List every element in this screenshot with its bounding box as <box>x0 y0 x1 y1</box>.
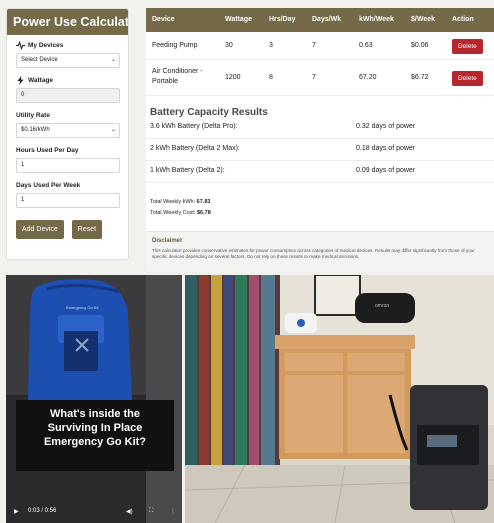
utility-label: Utility Rate <box>16 112 50 119</box>
play-icon[interactable]: ▶ <box>14 508 19 515</box>
fullscreen-icon[interactable]: ⛶ <box>149 508 153 515</box>
days-input[interactable]: 1 <box>16 193 120 208</box>
chevron-down-icon: ⌄ <box>110 57 116 63</box>
table-row: Air Conditioner - Portable 1200 8 7 67.2… <box>146 60 494 96</box>
reset-button[interactable]: Reset <box>71 220 103 239</box>
video-controls: ▶ 0:03 / 0:56 ◀) ⛶ ⋮ <box>6 501 182 523</box>
product-photo: omron <box>185 275 494 523</box>
wattage-input[interactable]: 0 <box>16 88 120 103</box>
disclaimer-text: This calculator provides conservative es… <box>152 248 475 259</box>
calculator-panel: Power Use Calculator My Devices Select D… <box>6 8 129 260</box>
header-action: Action <box>452 16 474 23</box>
devices-label: My Devices <box>16 41 120 50</box>
disclaimer-title: Disclaimer <box>152 238 183 244</box>
header-device: Device <box>152 16 175 23</box>
bag-label: Emergency Go Kit <box>66 305 99 310</box>
header-cost: $/Week <box>411 16 435 23</box>
days-label: Days Used Per Week <box>16 182 81 189</box>
disclaimer: Disclaimer This calculator provides cons… <box>146 231 494 270</box>
pulse-icon <box>16 41 25 50</box>
calculator-title: Power Use Calculator <box>7 9 128 35</box>
wattage-label: Wattage <box>16 76 120 85</box>
page: Power Use Calculator My Devices Select D… <box>0 0 494 523</box>
header-days: Days/Wk <box>312 16 342 23</box>
table-header: Device Wattage Hrs/Day Days/Wk kWh/Week … <box>146 8 494 32</box>
volume-icon[interactable]: ◀) <box>126 508 133 515</box>
header-hours: Hrs/Day <box>269 16 296 23</box>
table-row: Feeding Pump 30 3 7 0.63 $0.06 Delete <box>146 32 494 60</box>
battery-row: 2 kWh Battery (Delta 2 Max): 0.18 days o… <box>146 139 494 161</box>
hours-input[interactable]: 1 <box>16 158 120 173</box>
room-scene <box>185 275 494 523</box>
chevron-down-icon: ⌄ <box>110 127 116 133</box>
total-kwh: Total Weekly kWh: 67.83 <box>150 199 211 205</box>
more-icon[interactable]: ⋮ <box>170 508 176 515</box>
header-kwh: kWh/Week <box>359 16 394 23</box>
video-time: 0:03 / 0:56 <box>28 508 57 514</box>
total-cost: Total Weekly Cost: $6.78 <box>150 210 211 216</box>
delete-button[interactable]: Delete <box>452 39 483 54</box>
device-select[interactable]: Select Device ⌄ <box>16 53 120 68</box>
bolt-icon <box>17 76 24 85</box>
video-frame <box>6 275 182 523</box>
add-device-button[interactable]: Add Device <box>16 220 64 239</box>
video-caption: What's inside the Surviving In Place Eme… <box>16 400 174 471</box>
delete-button[interactable]: Delete <box>452 71 483 86</box>
battery-row: 1 kWh Battery (Delta 2): 0.09 days of po… <box>146 161 494 183</box>
brand-label: omron <box>375 303 390 309</box>
hours-label: Hours Used Per Day <box>16 147 79 154</box>
results-panel: Device Wattage Hrs/Day Days/Wk kWh/Week … <box>146 8 494 270</box>
header-wattage: Wattage <box>225 16 252 23</box>
battery-row: 3.6 kWh Battery (Delta Pro): 0.32 days o… <box>146 117 494 139</box>
video-player[interactable]: Emergency Go Kit What's inside the Survi… <box>6 275 182 523</box>
utility-select[interactable]: $0.16/kWh ⌄ <box>16 123 120 138</box>
